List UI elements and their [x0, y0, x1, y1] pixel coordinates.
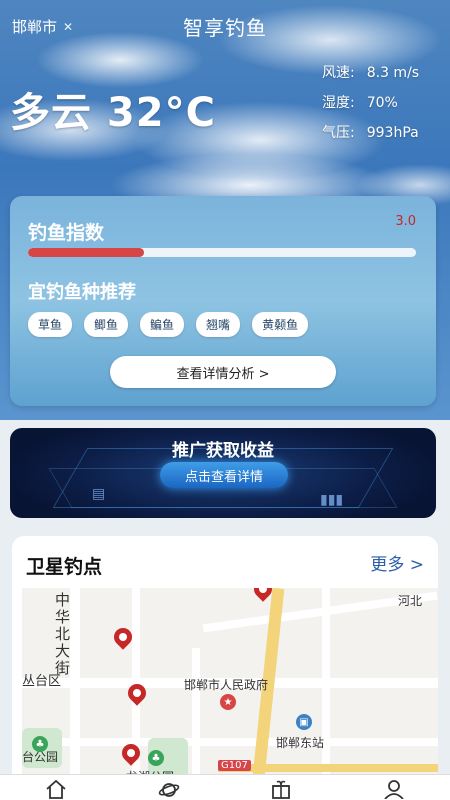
humidity-row: 湿度: 70%: [322, 88, 419, 118]
app-title: 智享钓鱼: [183, 16, 267, 40]
more-link[interactable]: 更多 >: [370, 550, 424, 575]
map-road: [22, 738, 438, 746]
gift-icon[interactable]: [266, 775, 296, 800]
user-icon[interactable]: [379, 775, 409, 800]
fishing-index-value: 3.0: [395, 214, 416, 229]
promo-title: 推广获取收益: [172, 441, 274, 461]
fish-tag[interactable]: 鳊鱼: [140, 312, 185, 337]
poi-park-icon: ♣: [148, 750, 164, 766]
map-road: [192, 648, 200, 786]
fish-tag[interactable]: 草鱼: [28, 312, 73, 337]
fish-tag[interactable]: 黄颡鱼: [252, 312, 309, 337]
fishing-index-label: 钓鱼指数: [28, 222, 105, 244]
poi-star-icon: ★: [220, 694, 236, 710]
fish-tag[interactable]: 翘嘴: [196, 312, 241, 337]
bottom-nav: [0, 774, 450, 800]
satellite-map[interactable]: 中华北大街 丛台区 邯郸市人民政府 邯郸东站 台公园 龙湖公园 河北 G107 …: [22, 588, 438, 786]
stat-label: 风速:: [322, 65, 355, 81]
stat-label: 气压:: [322, 125, 355, 141]
fishing-index-bar: [28, 248, 416, 257]
map-label-district: 丛台区: [22, 674, 62, 689]
weather-stats: 风速: 8.3 m/s 湿度: 70% 气压: 993hPa: [322, 58, 419, 148]
map-highway: [218, 764, 438, 772]
map-label-station: 邯郸东站: [276, 736, 325, 750]
stat-label: 湿度:: [322, 95, 355, 111]
map-label-gov: 邯郸市人民政府: [184, 678, 269, 692]
fishing-index-card: 钓鱼指数 3.0 宜钓鱼种推荐 草鱼 鲫鱼 鳊鱼 翘嘴 黄颡鱼 查看详情分析 >: [10, 196, 436, 406]
wind-speed-row: 风速: 8.3 m/s: [322, 58, 419, 88]
satellite-spots-card: 卫星钓点 更多 > 中华北大街 丛台区 邯郸市人民政府 邯郸东站 台公园 龙湖公…: [12, 536, 438, 786]
promo-detail-button[interactable]: 点击查看详情: [160, 462, 288, 488]
fishing-index-bar-fill: [28, 248, 145, 257]
stat-value: 70%: [366, 95, 398, 111]
document-icon: ▤: [92, 486, 106, 502]
stat-value: 8.3 m/s: [366, 65, 420, 81]
road-badge: G107: [218, 760, 251, 771]
map-label-street: 中华北大街: [53, 592, 71, 677]
bar-chart-icon: ▮▮▮: [320, 492, 344, 508]
home-icon[interactable]: [41, 775, 71, 800]
stat-value: 993hPa: [366, 125, 419, 141]
detail-analysis-button[interactable]: 查看详情分析 >: [110, 356, 336, 388]
map-road: [322, 588, 330, 786]
map-label-hebei: 河北: [398, 594, 423, 608]
fish-tag-list: 草鱼 鲫鱼 鳊鱼 翘嘴 黄颡鱼: [28, 312, 309, 337]
fish-tag[interactable]: 鲫鱼: [84, 312, 129, 337]
poi-park-icon: ♣: [32, 736, 48, 752]
poi-train-icon: ▣: [296, 714, 312, 730]
weather-summary: 多云 32°C: [10, 90, 216, 136]
promo-banner[interactable]: 推广获取收益 点击查看详情 ▤ ▮▮▮: [10, 428, 436, 518]
satellite-spots-title: 卫星钓点: [26, 556, 103, 578]
planet-icon[interactable]: [154, 775, 184, 800]
pressure-row: 气压: 993hPa: [322, 118, 419, 148]
fish-recommend-label: 宜钓鱼种推荐: [28, 282, 136, 303]
top-bar: 邯郸市 ✕ 智享钓鱼: [0, 8, 450, 42]
